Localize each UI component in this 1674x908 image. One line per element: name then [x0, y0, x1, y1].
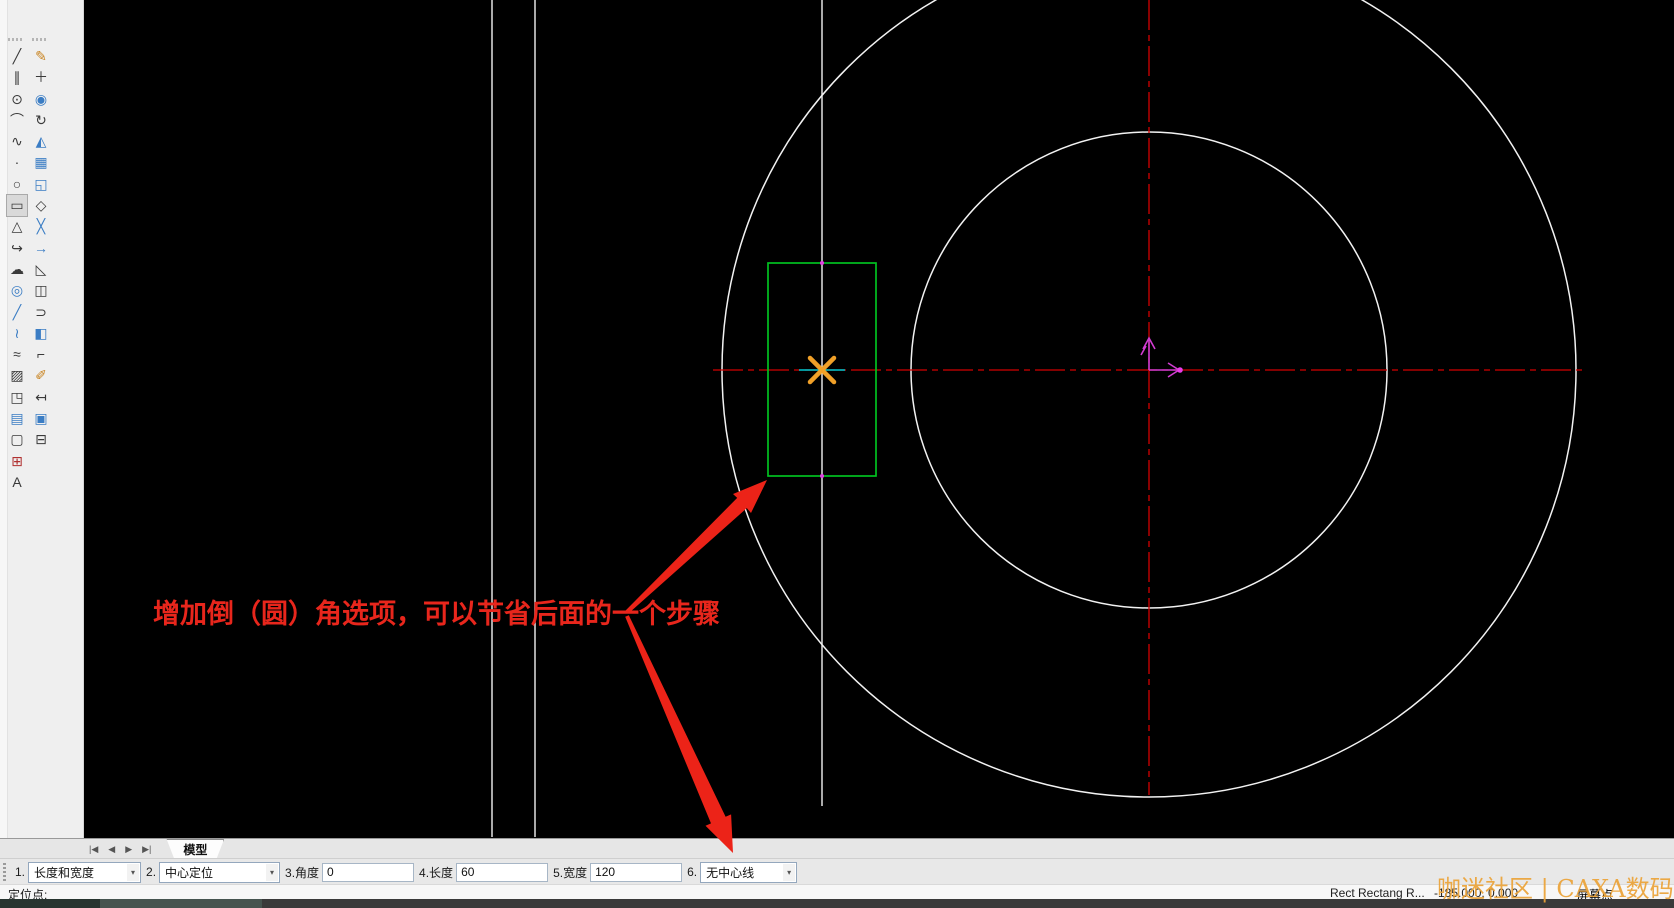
canvas-geometry: 增加倒（圆）角选项，可以节省后面的一个步骤 [153, 0, 1582, 837]
field6-index: 6. [687, 865, 698, 879]
tool-revision-cloud-icon[interactable]: ☁ [7, 259, 27, 280]
tool-rectangle-icon[interactable]: ▭ [6, 194, 28, 218]
tool-wave-curve-icon[interactable]: ≈ [7, 344, 27, 365]
modify-toolbar-column: ✎ ＋ ◉ ↻ ◭ ▦ ◱ ◇ ╳ → ◺ ◫ ⊃ ◧ ⌐ ✐ ↤ ▣ ⊟ [31, 46, 51, 451]
tool-formula-curve-icon[interactable]: ↪ [7, 238, 27, 259]
tool-dimension-icon[interactable]: ↤ [31, 387, 51, 408]
tool-mirror-icon[interactable]: ◭ [31, 131, 51, 152]
angle-input[interactable] [322, 862, 415, 882]
tool-scale-icon[interactable]: ◱ [31, 174, 51, 195]
tool-section-line-icon[interactable]: ≀ [7, 323, 27, 344]
tool-line-icon[interactable]: ╱ [7, 46, 27, 67]
immediate-menu-bar: 1. 长度和宽度 ▾ 2. 中心定位 ▾ 3.角度 4.长度 5.宽度 6. 无… [0, 858, 1674, 885]
tab-model[interactable]: 模型 [166, 838, 225, 860]
tool-eraser-icon[interactable]: ✎ [31, 46, 51, 67]
tool-point-icon[interactable]: · [7, 152, 27, 173]
centerline-option-dropdown[interactable]: 无中心线 ▾ [700, 861, 798, 883]
rect-mode-value: 长度和宽度 [34, 865, 95, 880]
chevron-down-icon[interactable]: ▾ [266, 863, 279, 881]
midpoint-dot-bottom [820, 474, 824, 478]
draw-toolbar-column: ╱ ∥ ⊙ ⌒ ∿ · ○ ▭ △ ↪ ☁ ◎ ╱ ≀ ≈ ▨ ◳ ▤ ▢ ⊞ A [6, 46, 28, 493]
tool-arc-icon[interactable]: ⌒ [7, 110, 27, 131]
sheet-tab-bar: |◀ ◀ ▶ ▶| 模型 [0, 838, 1674, 860]
field1-index: 1. [15, 865, 26, 879]
angle-label: 3.角度 [285, 865, 320, 880]
width-label: 5.宽度 [553, 865, 588, 880]
command-history: Rect Rectang R... [1330, 886, 1425, 900]
annotation-text: 增加倒（圆）角选项，可以节省后面的一个步骤 [153, 598, 720, 629]
toolbar-drag-handle[interactable] [8, 38, 24, 41]
tool-stretch-icon[interactable]: ◇ [31, 195, 51, 216]
tool-sheet-icon[interactable]: ▢ [7, 429, 27, 450]
tool-chamfer-icon[interactable]: ◺ [31, 259, 51, 280]
tool-plot-icon[interactable]: ⊟ [31, 429, 51, 450]
tool-centerline-icon[interactable]: ╱ [7, 302, 27, 323]
tool-parallel-lines-icon[interactable]: ∥ [7, 67, 27, 88]
origin-axes-marker [1140, 336, 1181, 378]
chevron-down-icon[interactable]: ▾ [127, 863, 140, 881]
tool-table-icon[interactable]: ⊞ [7, 451, 27, 472]
parambar-grip[interactable] [3, 863, 6, 881]
forum-watermark: 咖迷社区 | CAXA数码大方 [1437, 875, 1674, 903]
caxa-application-window: 增加倒（圆）角选项，可以节省后面的一个步骤 ╱ ∥ ⊙ ⌒ ∿ · ○ ▭ △ ↪ ☁ ◎ ╱ ≀ ≈ ▨ ◳ ▤… [0, 0, 1674, 908]
tool-break-icon[interactable]: ⊃ [31, 302, 51, 323]
positioning-value: 中心定位 [165, 865, 214, 880]
axis-endpoint-dot [1177, 367, 1183, 373]
last-sheet-button[interactable]: ▶| [139, 844, 154, 855]
tool-text-icon[interactable]: A [7, 472, 27, 493]
toolbar-drag-handle[interactable] [32, 38, 48, 41]
first-sheet-button[interactable]: |◀ [86, 844, 101, 855]
prev-sheet-button[interactable]: ◀ [105, 844, 118, 855]
chevron-down-icon[interactable]: ▾ [783, 863, 796, 881]
width-input[interactable] [590, 862, 683, 882]
field2-index: 2. [146, 865, 157, 879]
length-input[interactable] [456, 862, 549, 882]
tool-gradient-fill-icon[interactable]: ▤ [7, 408, 27, 429]
tool-array-icon[interactable]: ▦ [31, 152, 51, 173]
tool-align-edge-icon[interactable]: ◫ [31, 280, 51, 301]
tool-view-image-icon[interactable]: ▣ [31, 408, 51, 429]
sheet-nav: |◀ ◀ ▶ ▶| [86, 844, 154, 855]
status-bar: 定位点: Rect Rectang R... -185.000, 0.000 屏… [0, 884, 1674, 902]
tool-ellipse-icon[interactable]: ○ [7, 174, 27, 195]
strip-segment [100, 899, 262, 908]
tool-detail-view-icon[interactable]: ◳ [7, 387, 27, 408]
tool-spline-icon[interactable]: ∿ [7, 131, 27, 152]
tool-move-icon[interactable]: ＋ [31, 67, 51, 88]
midpoint-dot-top [820, 261, 824, 265]
centerline-option-value: 无中心线 [706, 865, 755, 880]
drawing-canvas[interactable]: 增加倒（圆）角选项，可以节省后面的一个步骤 [83, 0, 1674, 838]
tool-solid-box-icon[interactable]: ◧ [31, 323, 51, 344]
next-sheet-button[interactable]: ▶ [122, 844, 135, 855]
tool-profile-icon[interactable]: ⌐ [31, 344, 51, 365]
tool-rotate-icon[interactable]: ↻ [31, 110, 51, 131]
tool-dim-style-icon[interactable]: ✐ [31, 365, 51, 386]
strip-segment [0, 899, 100, 908]
tool-hatch-icon[interactable]: ▨ [7, 365, 27, 386]
tool-copy-icon[interactable]: ◉ [31, 89, 51, 110]
tool-donut-icon[interactable]: ◎ [7, 280, 27, 301]
tool-extend-icon[interactable]: → [31, 238, 51, 259]
tool-circle-icon[interactable]: ⊙ [7, 89, 27, 110]
tool-polygon-icon[interactable]: △ [7, 216, 27, 237]
rect-mode-dropdown[interactable]: 长度和宽度 ▾ [28, 861, 142, 883]
length-label: 4.长度 [419, 865, 454, 880]
positioning-dropdown[interactable]: 中心定位 ▾ [159, 861, 281, 883]
tool-trim-icon[interactable]: ╳ [31, 216, 51, 237]
left-toolbar-panel: ╱ ∥ ⊙ ⌒ ∿ · ○ ▭ △ ↪ ☁ ◎ ╱ ≀ ≈ ▨ ◳ ▤ ▢ ⊞ A ✎ ＋ ◉ ↻ ◭ ▦ ◱ ◇ ╳ → ◺ ◫ ⊃ ◧ ⌐ ✐ ↤ ▣… [0, 0, 84, 838]
bottom-edge-strip [0, 899, 1674, 908]
